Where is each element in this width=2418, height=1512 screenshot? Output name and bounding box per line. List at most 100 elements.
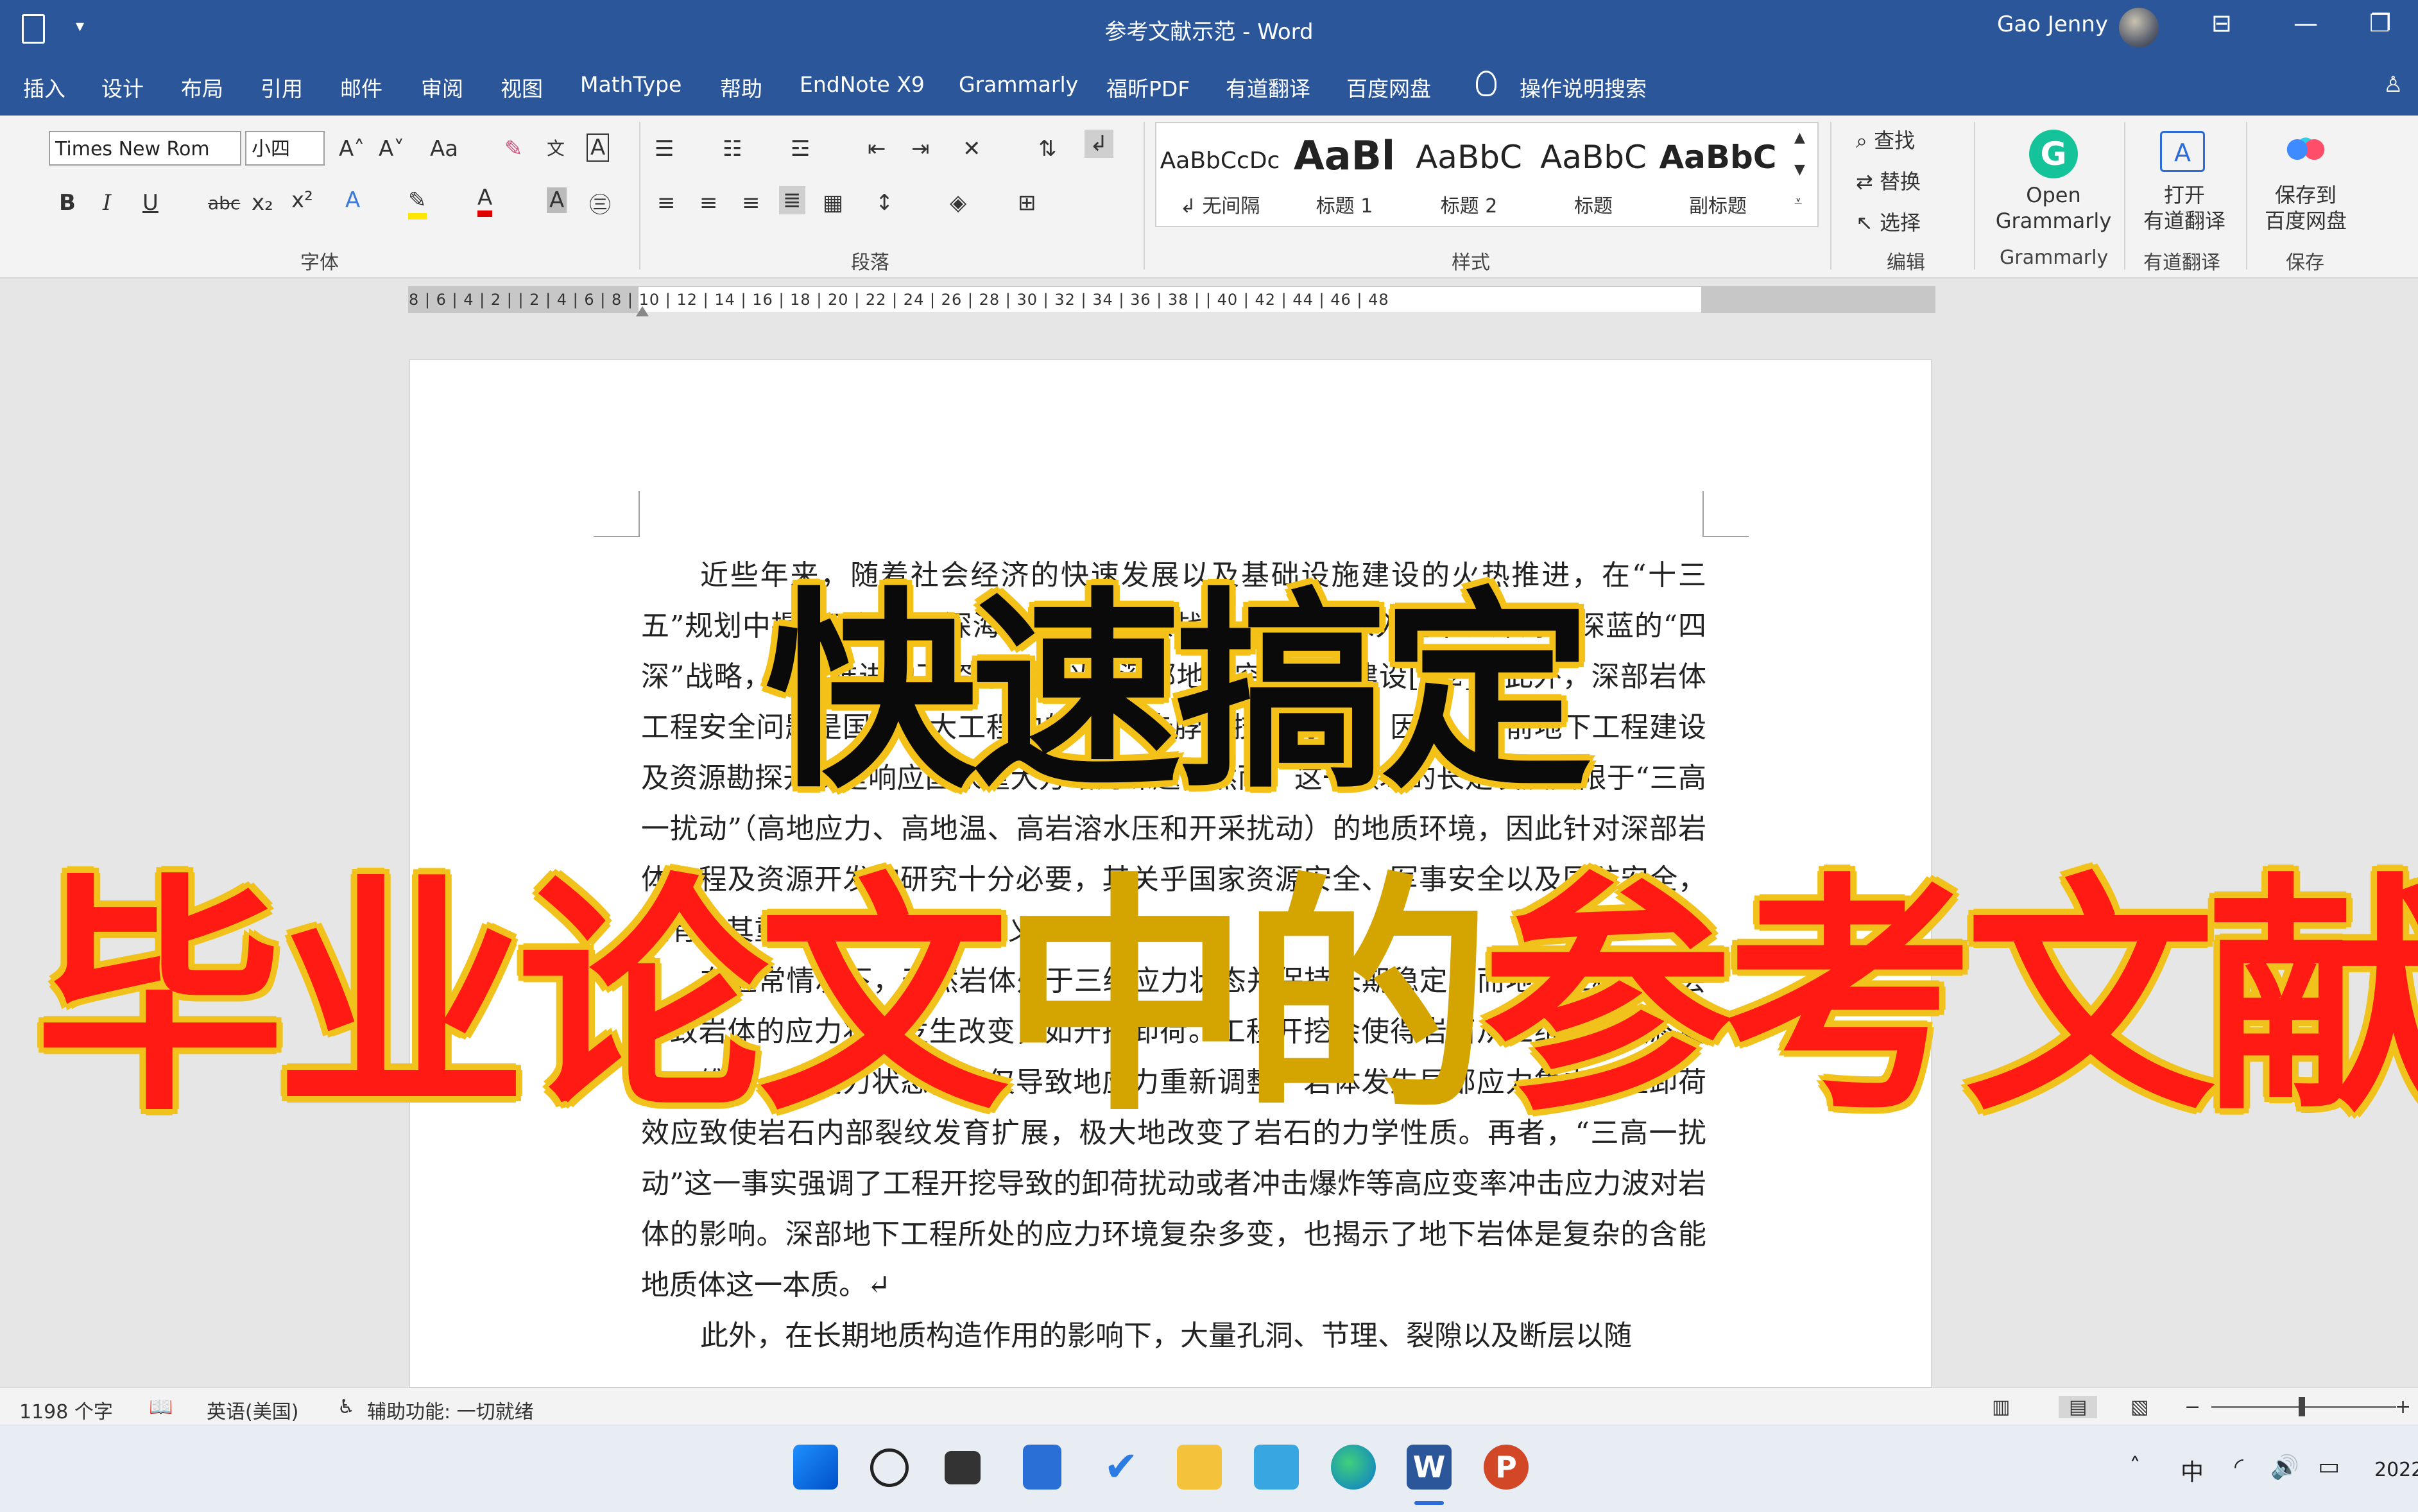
clock-date[interactable]: 2022 (2374, 1459, 2418, 1481)
numbering-icon[interactable]: ☷ (723, 136, 742, 162)
phonetic-guide-icon[interactable]: 文 (547, 135, 565, 160)
superscript-icon[interactable]: x² (291, 187, 313, 213)
zoom-out-icon[interactable]: − (2184, 1396, 2200, 1418)
italic-icon[interactable]: I (103, 190, 111, 216)
ribbon-display-icon[interactable]: ⊟ (2211, 9, 2232, 37)
zoom-slider-thumb[interactable] (2299, 1397, 2305, 1416)
proofing-icon[interactable]: 📖 (149, 1396, 173, 1418)
paragraph[interactable]: 此外，在长期地质构造作用的影响下，大量孔洞、节理、裂隙以及断层以随 (641, 1310, 1706, 1361)
style-title[interactable]: AaBbC 标题 (1532, 128, 1654, 218)
tab-youdao[interactable]: 有道翻译 (1226, 72, 1310, 103)
tab-view[interactable]: 视图 (501, 72, 543, 103)
tab-insert[interactable]: 插入 (23, 72, 65, 103)
grow-font-icon[interactable]: A˄ (339, 136, 364, 162)
powerpoint-icon[interactable]: P (1484, 1445, 1529, 1490)
tell-me-search[interactable]: 操作说明搜索 (1520, 72, 1647, 103)
baidu-cloud-icon[interactable] (2285, 133, 2327, 166)
char-shading-icon[interactable]: A (547, 187, 567, 213)
asian-layout-icon[interactable]: ✕ (963, 136, 981, 162)
font-color-icon[interactable]: A (477, 185, 493, 217)
language-status[interactable]: 英语(美国) (207, 1396, 298, 1424)
tab-mailings[interactable]: 邮件 (340, 72, 382, 103)
file-explorer-icon[interactable] (1177, 1445, 1222, 1490)
print-layout-icon[interactable]: ▤ (2059, 1396, 2098, 1418)
search-icon[interactable] (870, 1448, 909, 1487)
gallery-more-icon[interactable]: ⩡ (1794, 194, 1802, 210)
font-name-box[interactable]: Times New Rom (49, 131, 241, 166)
select-button[interactable]: ↖ 选择 (1856, 207, 1921, 236)
word-count[interactable]: 1198 个字 (19, 1396, 113, 1424)
read-mode-icon[interactable]: ▥ (1992, 1396, 2010, 1418)
gallery-down-icon[interactable]: ▼ (1794, 162, 1805, 178)
clear-format-icon[interactable]: ✎ (504, 136, 523, 162)
task-view-icon[interactable] (945, 1451, 981, 1484)
word-app-icon[interactable]: W (1407, 1445, 1452, 1490)
tab-grammarly[interactable]: Grammarly (959, 72, 1078, 97)
tab-references[interactable]: 引用 (261, 72, 303, 103)
horizontal-ruler[interactable]: 8 | 6 | 4 | 2 | | 2 | 4 | 6 | 8 | 10 | 1… (408, 286, 1935, 316)
show-marks-icon[interactable]: ↲ (1085, 130, 1113, 158)
minimize-icon[interactable]: — (2294, 9, 2318, 37)
change-case-icon[interactable]: Aa (430, 136, 458, 162)
tab-mathtype[interactable]: MathType (580, 72, 682, 97)
justify-icon[interactable]: ≣ (779, 186, 805, 214)
multilevel-list-icon[interactable]: ☲ (791, 136, 810, 162)
enclose-char-icon[interactable]: ㊂ (589, 187, 611, 219)
indent-marker[interactable] (636, 306, 649, 316)
tab-layout[interactable]: 布局 (181, 72, 223, 103)
ime-indicator[interactable]: 中 (2181, 1454, 2204, 1487)
avatar[interactable] (2119, 8, 2159, 47)
share-icon[interactable]: ♙ (2383, 72, 2403, 98)
increase-indent-icon[interactable]: ⇥ (911, 136, 930, 162)
align-center-icon[interactable]: ≡ (699, 190, 718, 216)
font-size-box[interactable]: 小四 (245, 131, 325, 166)
borders-icon[interactable]: ⊞ (1018, 190, 1036, 216)
tab-endnote[interactable]: EndNote X9 (800, 72, 925, 97)
text-effects-icon[interactable]: A (345, 187, 360, 213)
decrease-indent-icon[interactable]: ⇤ (868, 136, 886, 162)
tab-foxit-pdf[interactable]: 福昕PDF (1106, 72, 1190, 103)
web-layout-icon[interactable]: ▧ (2131, 1396, 2148, 1418)
user-name[interactable]: Gao Jenny (1997, 12, 2108, 37)
sort-icon[interactable]: ⇅ (1038, 136, 1057, 162)
save-baidu-button[interactable]: 保存到 百度网盘 (2254, 182, 2358, 234)
widgets-icon[interactable] (1023, 1445, 1061, 1490)
open-grammarly-button[interactable]: Open Grammarly (1992, 182, 2115, 234)
distributed-icon[interactable]: ▦ (823, 190, 843, 216)
gallery-up-icon[interactable]: ▲ (1794, 130, 1805, 146)
style-heading-2[interactable]: AaBbC 标题 2 (1408, 128, 1530, 218)
battery-icon[interactable]: ▭ (2318, 1454, 2340, 1480)
replace-button[interactable]: ⇄ 替换 (1856, 166, 1921, 195)
subscript-icon[interactable]: x₂ (252, 190, 273, 216)
tray-chevron-icon[interactable]: ˄ (2129, 1454, 2141, 1480)
zoom-in-icon[interactable]: + (2395, 1396, 2411, 1418)
start-icon[interactable] (793, 1445, 838, 1490)
remote-desktop-icon[interactable] (1254, 1445, 1299, 1490)
accessibility-status[interactable]: 辅助功能: 一切就绪 (367, 1396, 534, 1424)
char-border-icon[interactable]: A (587, 133, 610, 162)
restore-icon[interactable]: ❐ (2369, 9, 2391, 37)
find-button[interactable]: ⌕ 查找 (1856, 125, 1915, 154)
line-spacing-icon[interactable]: ↕ (875, 190, 894, 216)
strikethrough-icon[interactable]: abc (208, 193, 240, 214)
align-left-icon[interactable]: ≡ (657, 190, 676, 216)
volume-icon[interactable]: 🔊 (2270, 1454, 2299, 1481)
highlight-icon[interactable]: ✎ (408, 187, 427, 219)
bullets-icon[interactable]: ☰ (655, 136, 674, 162)
todo-icon[interactable]: ✔ (1099, 1445, 1144, 1490)
style-no-spacing[interactable]: AaBbCcDc ↲ 无间隔 (1159, 128, 1281, 218)
underline-icon[interactable]: U (142, 190, 159, 216)
tab-design[interactable]: 设计 (101, 72, 144, 103)
bold-icon[interactable]: B (59, 190, 76, 216)
wifi-icon[interactable]: ◜ (2234, 1454, 2243, 1480)
tab-review[interactable]: 审阅 (421, 72, 463, 103)
align-right-icon[interactable]: ≡ (742, 190, 760, 216)
translate-icon[interactable]: A (2160, 131, 2205, 172)
accessibility-icon[interactable]: ♿ (338, 1396, 355, 1418)
open-youdao-button[interactable]: 打开 有道翻译 (2133, 182, 2236, 234)
tab-help[interactable]: 帮助 (720, 72, 762, 103)
style-heading-1[interactable]: AaBl 标题 1 (1283, 128, 1405, 218)
edge-icon[interactable] (1331, 1445, 1376, 1490)
grammarly-logo-icon[interactable]: G (2029, 130, 2078, 178)
tab-baidu-pan[interactable]: 百度网盘 (1346, 72, 1431, 103)
